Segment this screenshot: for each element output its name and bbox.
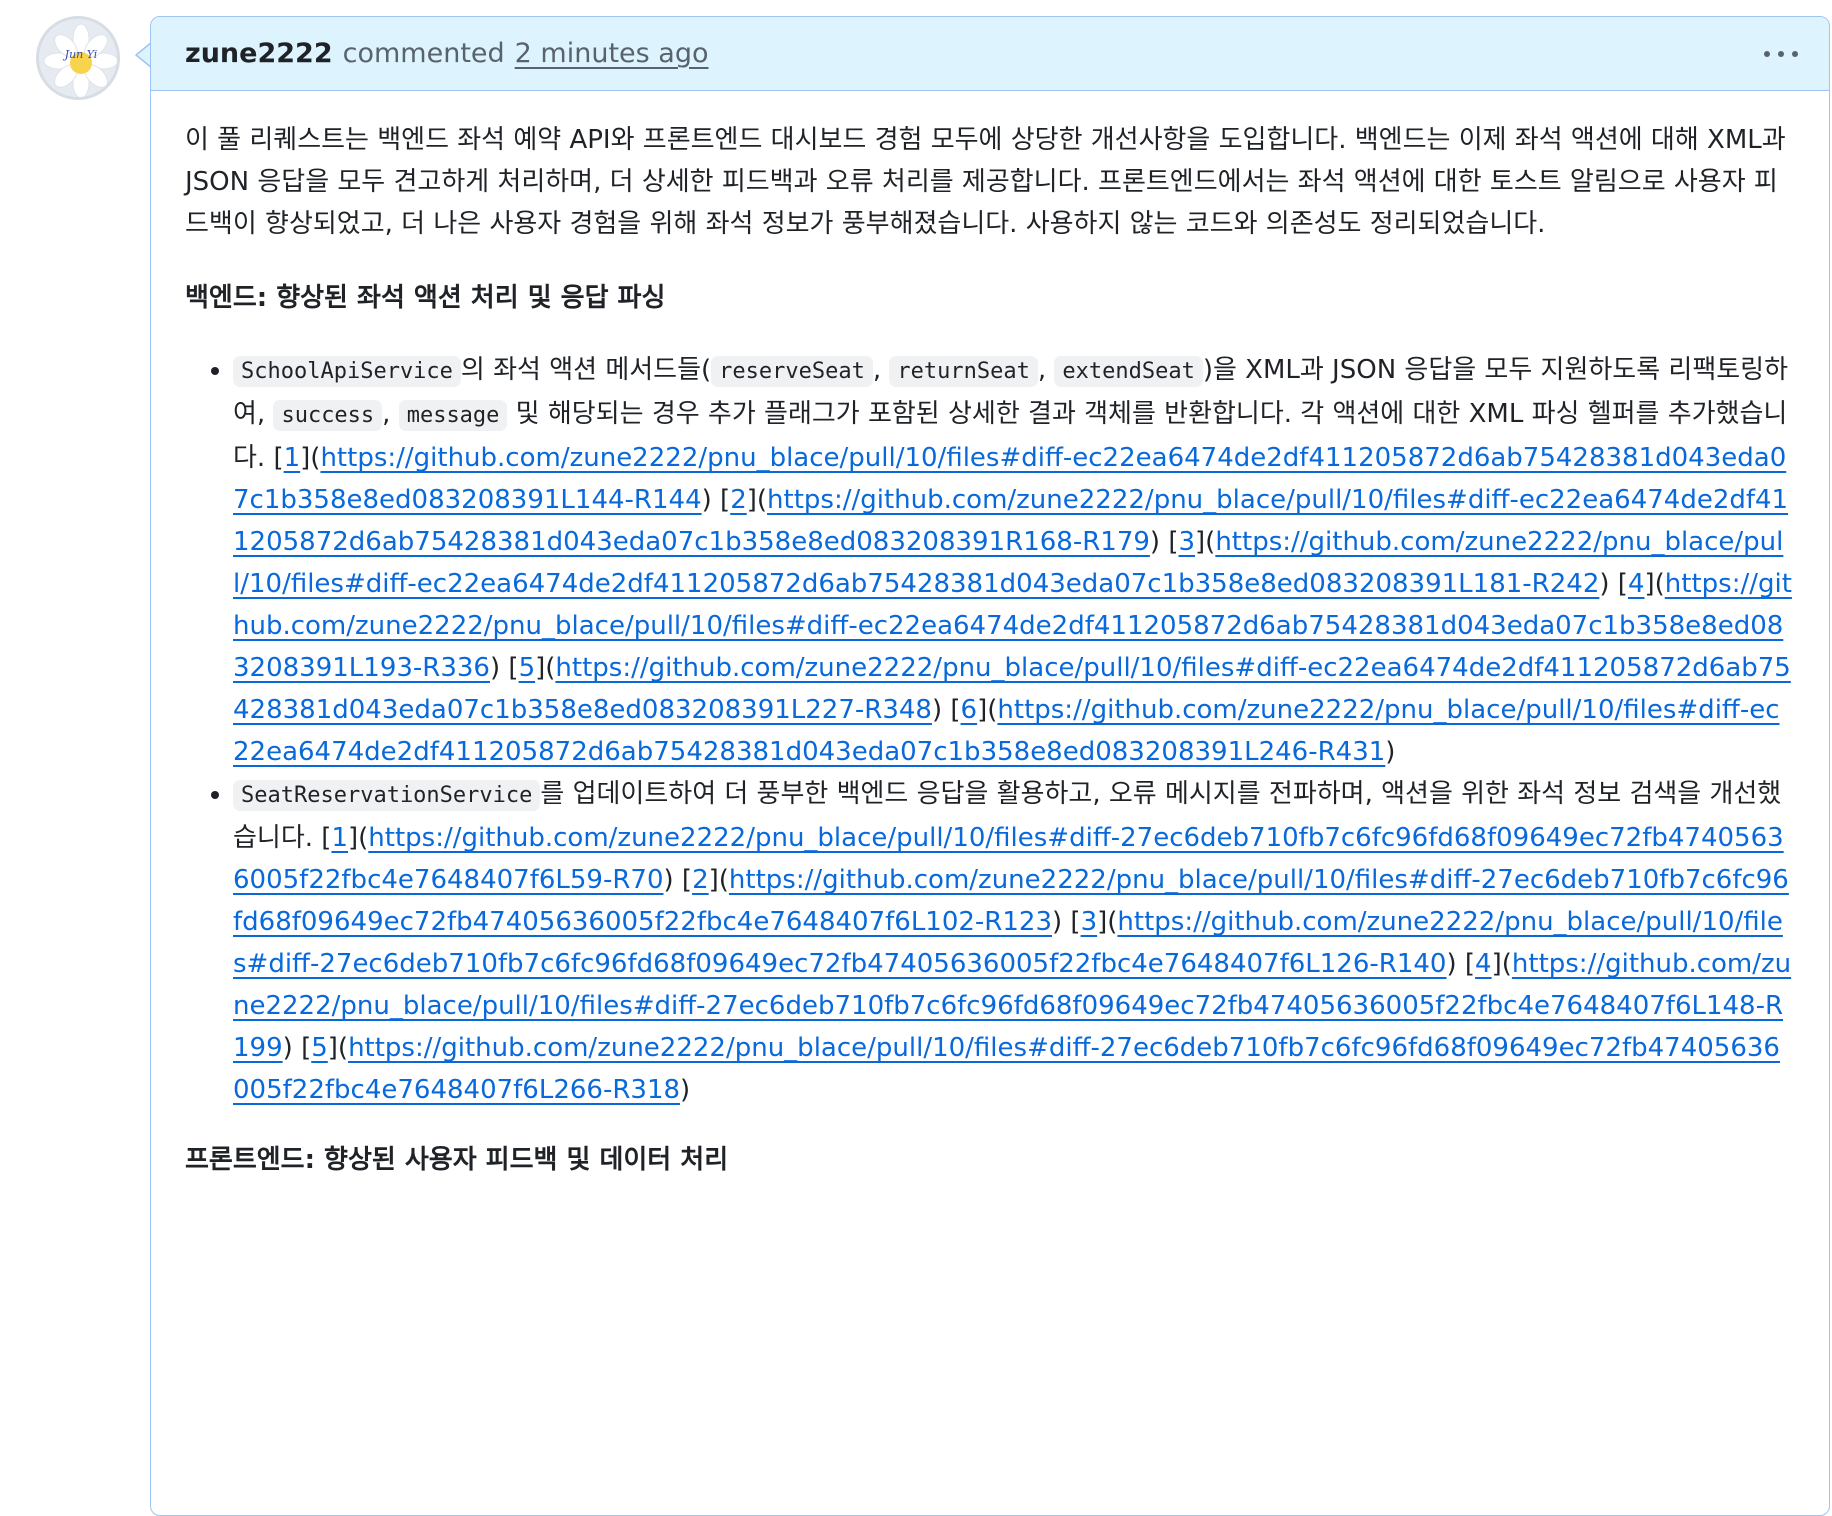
ref-link-label[interactable]: 4 (1475, 949, 1492, 979)
ref-link-label[interactable]: 2 (692, 865, 709, 895)
kebab-horizontal-icon[interactable] (1761, 44, 1801, 64)
ref-link-label[interactable]: 1 (331, 823, 348, 853)
kebab-dot (1778, 51, 1784, 57)
inline-code: reserveSeat (711, 356, 873, 387)
list-text: 의 좌석 액션 메서드들( (460, 355, 712, 385)
section-heading-backend: 백엔드: 향상된 좌석 액션 처리 및 응답 파싱 (185, 283, 666, 313)
ref-link-label[interactable]: 3 (1081, 907, 1098, 937)
ref-link-label[interactable]: 6 (961, 695, 978, 725)
backend-change-list: SchoolApiService의 좌석 액션 메서드들(reserveSeat… (185, 349, 1795, 1111)
author-link[interactable]: zune2222 (185, 38, 333, 69)
kebab-dot (1792, 51, 1798, 57)
kebab-dot (1764, 51, 1770, 57)
avatar[interactable]: Jun Yi (36, 16, 120, 100)
separator: , (872, 355, 890, 385)
intro-paragraph: 이 풀 리퀘스트는 백엔드 좌석 예약 API와 프론트엔드 대시보드 경험 모… (185, 125, 1786, 239)
list-item: SeatReservationService를 업데이트하여 더 풍부한 백엔드… (233, 773, 1795, 1111)
separator: , (382, 399, 399, 429)
avatar-label: Jun Yi (63, 48, 98, 61)
ref-link-label[interactable]: 1 (284, 443, 301, 473)
ref-link-url[interactable]: https://github.com/zune2222/pnu_blace/pu… (233, 1033, 1780, 1105)
daisy-avatar-icon: Jun Yi (39, 19, 117, 97)
inline-code: message (398, 400, 508, 431)
timestamp-link[interactable]: 2 minutes ago (515, 38, 709, 69)
comment-body: 이 풀 리퀘스트는 백엔드 좌석 예약 API와 프론트엔드 대시보드 경험 모… (151, 91, 1829, 1181)
comment-box: zune2222 commented 2 minutes ago 이 풀 리퀘스… (150, 16, 1830, 1516)
separator: , (1037, 355, 1055, 385)
inline-code: SchoolApiService (233, 356, 461, 387)
ref-link-label[interactable]: 4 (1628, 569, 1645, 599)
comment-verb: commented (342, 38, 505, 69)
ref-link-group: [5](https://github.com/zune2222/pnu_blac… (233, 1033, 1780, 1105)
inline-code: success (273, 400, 383, 431)
ref-link-label[interactable]: 5 (311, 1033, 328, 1063)
ref-link-label[interactable]: 2 (730, 485, 747, 515)
ref-link-label[interactable]: 3 (1178, 527, 1195, 557)
list-item: SchoolApiService의 좌석 액션 메서드들(reserveSeat… (233, 349, 1795, 773)
ref-link-label[interactable]: 5 (519, 653, 536, 683)
inline-code: extendSeat (1054, 356, 1203, 387)
comment-header: zune2222 commented 2 minutes ago (151, 17, 1829, 91)
section-heading-frontend: 프론트엔드: 향상된 사용자 피드백 및 데이터 처리 (185, 1145, 729, 1175)
inline-code: returnSeat (889, 356, 1038, 387)
inline-code: SeatReservationService (233, 780, 541, 811)
